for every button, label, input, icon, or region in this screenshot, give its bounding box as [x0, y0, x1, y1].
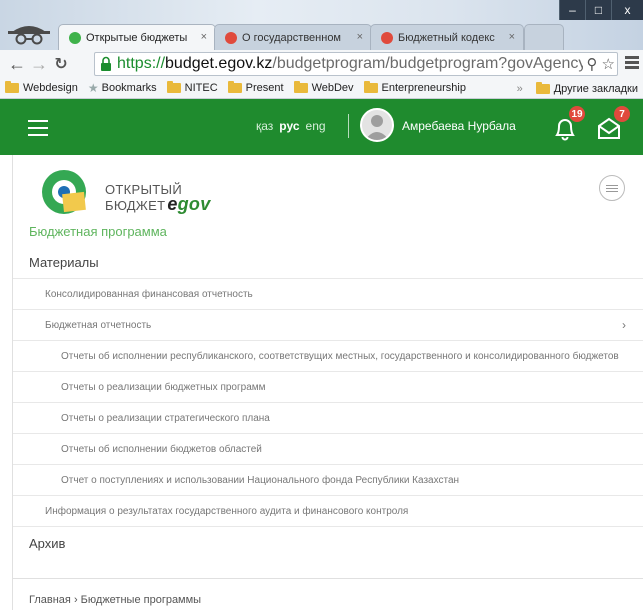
tab-title: О государственном	[242, 31, 341, 44]
breadcrumb-separator: ›	[73, 594, 78, 606]
folder-icon	[5, 81, 19, 93]
main-content: ОТКРЫТЫЙ БЮДЖЕТ egov Бюджетная программа…	[12, 155, 643, 610]
close-window-button[interactable]: x	[611, 0, 643, 20]
reload-icon[interactable]: ↻	[50, 54, 72, 74]
site-logo[interactable]: ОТКРЫТЫЙ БЮДЖЕТ egov	[35, 165, 215, 217]
user-name[interactable]: Амребаева Нурбала	[402, 119, 516, 133]
new-tab-button[interactable]	[524, 24, 564, 50]
tab-favicon-icon	[381, 31, 393, 44]
tab-title: Открытые бюджеты	[86, 31, 188, 44]
folder-icon	[535, 81, 550, 94]
bookmark-webdev[interactable]: WebDev	[289, 81, 359, 94]
site-header: қаз рус eng Амребаева Нурбала 19 7	[0, 99, 643, 155]
lang-rus[interactable]: рус	[279, 119, 299, 133]
tab-favicon-icon	[69, 31, 81, 44]
tab-budget-code[interactable]: Бюджетный кодекс ×	[370, 24, 524, 50]
folder-icon	[227, 81, 242, 93]
bookmark-webdesign[interactable]: Webdesign	[0, 81, 83, 94]
folder-icon	[166, 81, 181, 93]
bookmarks-bar: Webdesign ★ Bookmarks NITEC Present WebDe…	[0, 78, 643, 99]
logo-brand-e: e	[167, 194, 178, 214]
side-menu-toggle-icon[interactable]	[599, 175, 625, 201]
breadcrumb-home[interactable]: Главная	[29, 594, 71, 606]
lock-icon	[101, 56, 111, 71]
section-title[interactable]: Бюджетная программа	[29, 224, 167, 239]
search-icon[interactable]: ⚲	[587, 55, 598, 73]
bookmark-bookmarks[interactable]: ★ Bookmarks	[83, 81, 162, 95]
logo-text: ОТКРЫТЫЙ БЮДЖЕТ egov	[105, 183, 211, 214]
menu-item-archive[interactable]: Архив	[13, 527, 643, 559]
bookmarks-more-button[interactable]: »	[509, 83, 531, 95]
avatar[interactable]	[360, 108, 394, 142]
bookmark-nitec[interactable]: NITEC	[162, 81, 223, 94]
tab-close-icon[interactable]: ×	[509, 31, 515, 43]
breadcrumb-current: Бюджетные программы	[80, 594, 202, 606]
logo-mark-icon	[42, 170, 86, 214]
address-bar[interactable]: https://budget.egov.kz/budgetprogram/bud…	[94, 52, 618, 76]
bookmark-star-icon[interactable]: ☆	[602, 55, 615, 73]
materials-menu: Материалы Консолидированная финансовая о…	[13, 247, 643, 559]
menu-item-national-fund-report[interactable]: Отчет о поступлениях и использовании Нац…	[13, 465, 643, 496]
chevron-right-icon: ›	[622, 318, 626, 332]
menu-item-audit-info[interactable]: Информация о результатах государственног…	[13, 496, 643, 527]
menu-item-consolidated-reports[interactable]: Консолидированная финансовая отчетность	[13, 279, 643, 310]
minimize-button[interactable]: –	[559, 0, 585, 20]
lang-kaz[interactable]: қаз	[256, 119, 273, 133]
lang-eng[interactable]: eng	[306, 119, 326, 133]
folder-icon	[363, 81, 378, 93]
tab-open-budgets[interactable]: Открытые бюджеты ×	[58, 24, 216, 50]
window-controls: – □ x	[559, 0, 643, 20]
tab-close-icon[interactable]: ×	[357, 31, 363, 43]
url-path: /budgetprogram/budgetprogram?govAgencyId	[272, 55, 600, 72]
menu-item-strategic-plan-reports[interactable]: Отчеты о реализации стратегического план…	[13, 403, 643, 434]
bookmark-present[interactable]: Present	[223, 81, 289, 94]
menu-item-program-implementation-reports[interactable]: Отчеты о реализации бюджетных программ	[13, 372, 643, 403]
other-bookmarks[interactable]: Другие закладки	[531, 81, 643, 95]
notifications-badge: 19	[569, 106, 585, 122]
logo-line2: БЮДЖЕТ	[105, 198, 166, 213]
omnibox-actions: ⚲ ☆	[582, 55, 615, 73]
messages-badge: 7	[614, 106, 630, 122]
user-silhouette-icon	[365, 115, 389, 140]
forward-arrow-icon[interactable]: →	[28, 54, 50, 75]
language-switcher: қаз рус eng	[256, 119, 326, 133]
menu-item-regional-budget-reports[interactable]: Отчеты об исполнении бюджетов областей	[13, 434, 643, 465]
tab-favicon-icon	[225, 31, 237, 44]
url-host: budget.egov.kz	[165, 55, 273, 72]
menu-item-budget-execution-reports[interactable]: Отчеты об исполнении республиканского, с…	[13, 341, 643, 372]
hamburger-menu-icon[interactable]	[28, 120, 48, 141]
breadcrumb-bar: Главная › Бюджетные программы	[13, 578, 643, 610]
bookmark-enterpreneurship[interactable]: Enterpreneurship	[359, 81, 471, 94]
tab-title: Бюджетный кодекс	[398, 31, 495, 44]
menu-item-materials[interactable]: Материалы	[13, 247, 643, 279]
url-scheme: https://	[117, 55, 166, 72]
header-divider	[348, 114, 349, 138]
logo-brand-gov: gov	[177, 194, 211, 214]
browser-tabstrip: Открытые бюджеты × О государственном × Б…	[0, 0, 643, 50]
menu-item-budget-reporting[interactable]: Бюджетная отчетность ›	[13, 310, 643, 341]
maximize-button[interactable]: □	[585, 0, 611, 20]
browser-menu-icon[interactable]	[625, 56, 639, 71]
bookmarks-overflow: » Другие закладки	[508, 78, 643, 98]
star-icon: ★	[87, 81, 99, 95]
browser-toolbar: ← → ↻ https://budget.egov.kz/budgetprogr…	[0, 50, 643, 78]
incognito-icon	[8, 26, 50, 45]
tab-about-state[interactable]: О государственном ×	[214, 24, 372, 50]
folder-icon	[293, 81, 308, 93]
back-arrow-icon[interactable]: ←	[6, 54, 28, 75]
tab-close-icon[interactable]: ×	[201, 31, 207, 43]
breadcrumb: Главная › Бюджетные программы	[29, 594, 201, 606]
